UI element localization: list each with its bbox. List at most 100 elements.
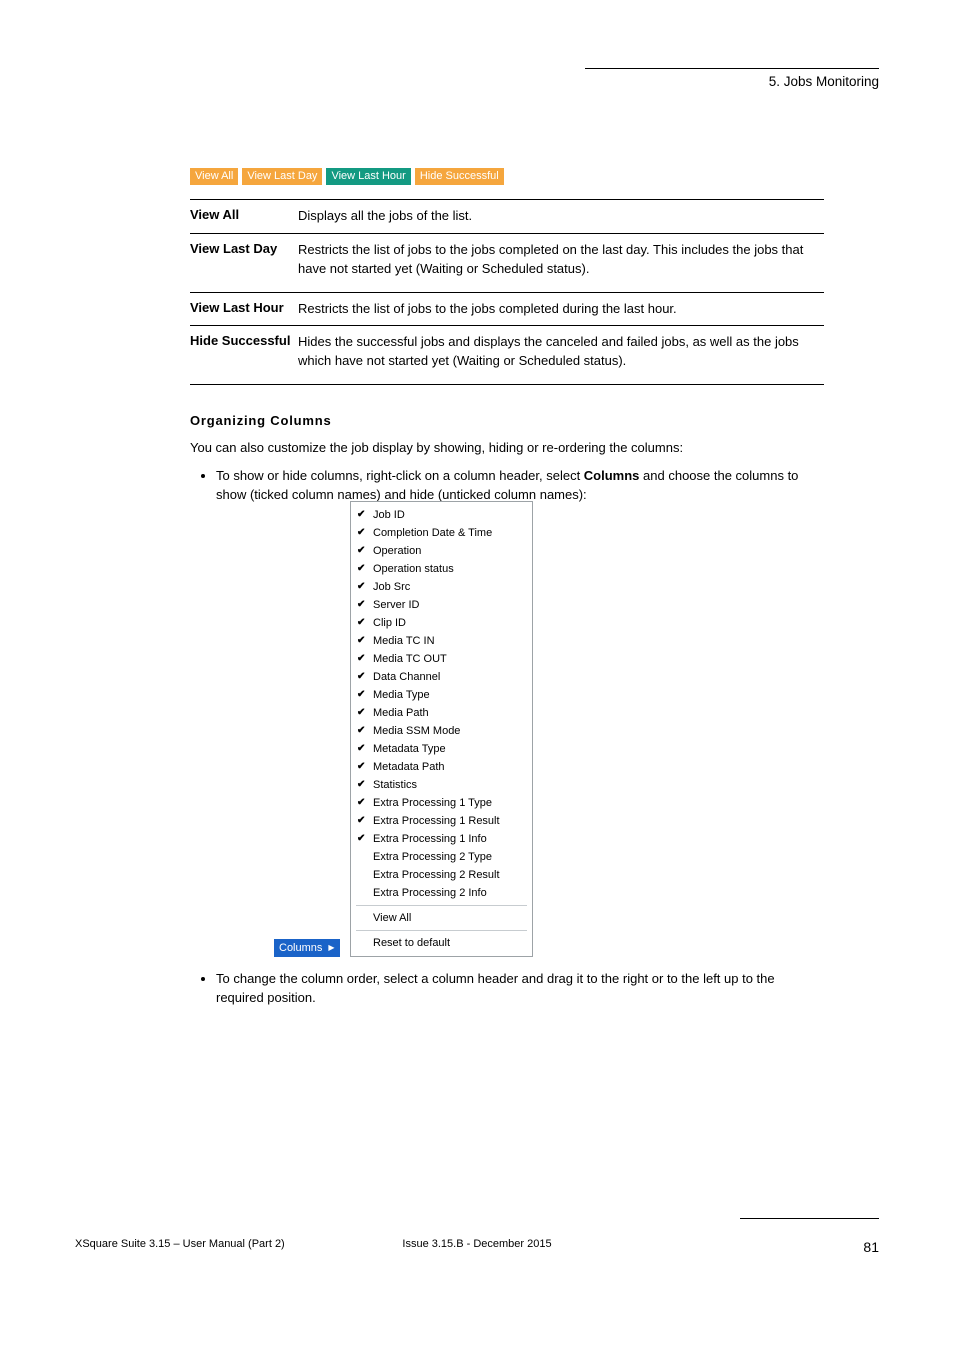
table-row: View Last Hour Restricts the list of job… <box>190 292 824 326</box>
popup-separator <box>356 905 527 906</box>
table-row: View All Displays all the jobs of the li… <box>190 199 824 233</box>
check-icon: ✔ <box>357 615 367 631</box>
popup-item[interactable]: ✔Clip ID <box>354 614 529 632</box>
popup-item-label: Media TC IN <box>373 633 435 649</box>
popup-item[interactable]: ✔Completion Date & Time <box>354 524 529 542</box>
popup-item-label: Extra Processing 1 Type <box>373 795 492 811</box>
check-icon: ✔ <box>357 759 367 775</box>
page-content: View All View Last Day View Last Hour Hi… <box>190 168 824 1026</box>
columns-popup-screenshot: ✔Job ID✔Completion Date & Time✔Operation… <box>274 501 526 957</box>
chevron-right-icon: ▶ <box>328 940 334 956</box>
footer-rule <box>740 1218 879 1219</box>
page-number: 81 <box>863 1239 879 1255</box>
popup-view-all[interactable]: ✔View All <box>354 909 529 927</box>
filter-hide-successful[interactable]: Hide Successful <box>415 168 504 185</box>
popup-item[interactable]: ✔Media Type <box>354 686 529 704</box>
popup-reset-default[interactable]: ✔Reset to default <box>354 934 529 952</box>
check-icon: ✔ <box>357 579 367 595</box>
popup-item-label: Media SSM Mode <box>373 723 460 739</box>
popup-item[interactable]: ✔ Media SSM Mode <box>354 722 529 740</box>
popup-item[interactable]: ✔Extra Processing 1 Info <box>354 830 529 848</box>
check-icon: ✔ <box>357 507 367 523</box>
popup-item-label: Media Type <box>373 687 430 703</box>
columns-button-label: Columns <box>279 940 322 956</box>
check-icon: ✔ <box>357 723 367 739</box>
popup-item-label: Media TC OUT <box>373 651 447 667</box>
row-label: View Last Day <box>190 241 298 285</box>
popup-item[interactable]: ✔ Extra Processing 1 Type <box>354 794 529 812</box>
check-icon: ✔ <box>357 669 367 685</box>
popup-item-label: Data Channel <box>373 669 440 685</box>
popup-item-label: Metadata Path <box>373 759 445 775</box>
filter-bar: View All View Last Day View Last Hour Hi… <box>190 168 824 185</box>
list-item: To show or hide columns, right-click on … <box>216 466 824 957</box>
check-icon: ✔ <box>357 795 367 811</box>
check-icon: ✔ <box>357 525 367 541</box>
row-text: Restricts the list of jobs to the jobs c… <box>298 241 824 285</box>
row-text: Hides the successful jobs and displays t… <box>298 333 824 377</box>
row-text: Restricts the list of jobs to the jobs c… <box>298 300 677 319</box>
bullet-text: To change the column order, select a col… <box>216 971 775 1006</box>
popup-item[interactable]: ✔ Statistics <box>354 776 529 794</box>
popup-item[interactable]: ✔Extra Processing 2 Info <box>354 884 529 902</box>
popup-item-label: Job ID <box>373 507 405 523</box>
check-icon: ✔ <box>357 831 367 847</box>
section-subhead: Organizing Columns <box>190 413 824 428</box>
popup-item[interactable]: ✔ Operation <box>354 542 529 560</box>
popup-item-label: Media Path <box>373 705 429 721</box>
filter-view-all[interactable]: View All <box>190 168 238 185</box>
check-icon: ✔ <box>357 651 367 667</box>
popup-item[interactable]: ✔Extra Processing 1 Result <box>354 812 529 830</box>
footer-left: XSquare Suite 3.15 – User Manual (Part 2… <box>75 1238 285 1250</box>
popup-item[interactable]: ✔Extra Processing 2 Type <box>354 848 529 866</box>
popup-item-label: Extra Processing 2 Result <box>373 867 500 883</box>
bullet-bold: Columns <box>584 468 640 483</box>
header-rule <box>585 68 879 69</box>
popup-item[interactable]: ✔ Job ID <box>354 506 529 524</box>
row-label: View Last Hour <box>190 300 298 319</box>
popup-item[interactable]: ✔Extra Processing 2 Result <box>354 866 529 884</box>
columns-popup: ✔Job ID✔Completion Date & Time✔Operation… <box>350 501 533 957</box>
popup-item-label: Operation <box>373 543 421 559</box>
popup-item[interactable]: ✔ Metadata Path <box>354 758 529 776</box>
check-icon: ✔ <box>357 705 367 721</box>
bullet-text-a: To show or hide columns, right-click on … <box>216 468 584 483</box>
check-icon: ✔ <box>357 741 367 757</box>
popup-item-label: Extra Processing 2 Info <box>373 885 487 901</box>
footer-center: Issue 3.15.B - December 2015 <box>402 1238 551 1250</box>
table-row: Hide Successful Hides the successful job… <box>190 325 824 385</box>
popup-item[interactable]: ✔ Metadata Type <box>354 740 529 758</box>
popup-item[interactable]: ✔Job Src <box>354 578 529 596</box>
list-item: To change the column order, select a col… <box>216 969 824 1008</box>
header-title: 5. Jobs Monitoring <box>769 74 879 89</box>
columns-button[interactable]: Columns ▶ <box>274 939 340 957</box>
popup-item-label: Statistics <box>373 777 417 793</box>
check-icon: ✔ <box>357 561 367 577</box>
popup-item[interactable]: ✔ Media Path <box>354 704 529 722</box>
popup-item-label: View All <box>373 910 411 926</box>
row-label: View All <box>190 207 298 226</box>
check-icon: ✔ <box>357 777 367 793</box>
popup-item[interactable]: ✔ Media TC IN <box>354 632 529 650</box>
row-text: Displays all the jobs of the list. <box>298 207 472 226</box>
popup-item-label: Extra Processing 1 Result <box>373 813 500 829</box>
popup-item-label: Extra Processing 2 Type <box>373 849 492 865</box>
row-label: Hide Successful <box>190 333 298 377</box>
section-body: You can also customize the job display b… <box>190 438 824 458</box>
popup-item-label: Operation status <box>373 561 454 577</box>
page-header: 5. Jobs Monitoring <box>585 68 879 89</box>
popup-item[interactable]: ✔ Operation status <box>354 560 529 578</box>
popup-item[interactable]: ✔ Server ID <box>354 596 529 614</box>
check-icon: ✔ <box>357 543 367 559</box>
popup-item-label: Metadata Type <box>373 741 446 757</box>
popup-item[interactable]: ✔ Media TC OUT <box>354 650 529 668</box>
filter-description-table: View All Displays all the jobs of the li… <box>190 199 824 385</box>
filter-view-last-hour[interactable]: View Last Hour <box>326 168 410 185</box>
filter-view-last-day[interactable]: View Last Day <box>242 168 322 185</box>
check-icon: ✔ <box>357 597 367 613</box>
check-icon: ✔ <box>357 633 367 649</box>
popup-item-label: Server ID <box>373 597 419 613</box>
instruction-list: To show or hide columns, right-click on … <box>190 466 824 1008</box>
popup-item[interactable]: ✔ Data Channel <box>354 668 529 686</box>
popup-separator <box>356 930 527 931</box>
